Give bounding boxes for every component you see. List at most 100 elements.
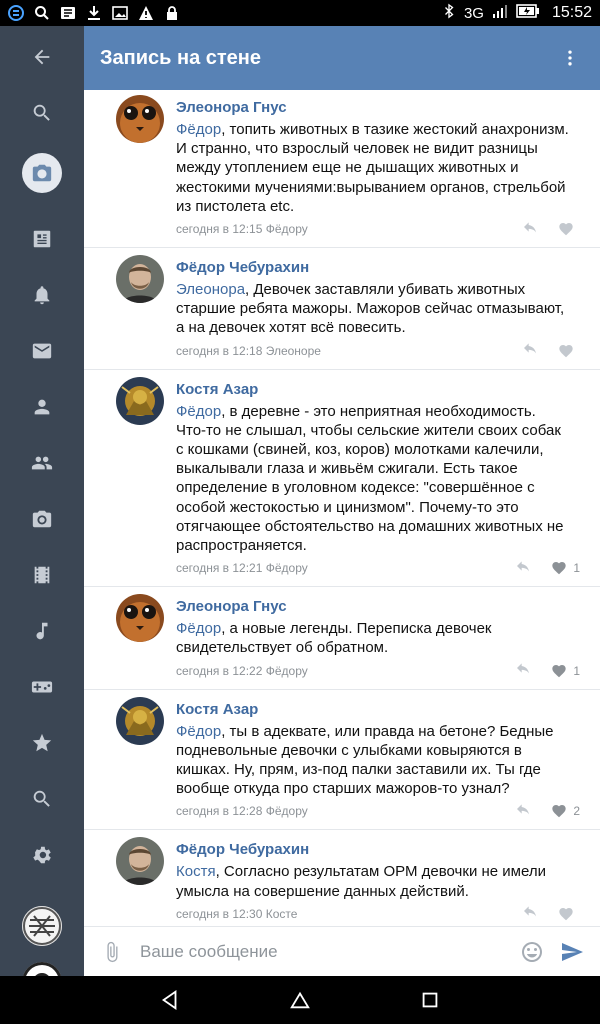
- download-icon: [86, 5, 102, 21]
- recents-nav-icon[interactable]: [415, 985, 445, 1015]
- photo-icon[interactable]: [22, 499, 62, 539]
- comment-author[interactable]: Костя Азар: [176, 378, 584, 400]
- reply-icon[interactable]: [515, 558, 531, 579]
- comment-text: Костя, Согласно результатам ОРМ девочки …: [176, 862, 584, 900]
- like-count: 2: [573, 804, 580, 819]
- page-title: Запись на стене: [100, 46, 262, 69]
- comment-text: Фёдор, в деревне - это неприятная необхо…: [176, 402, 584, 556]
- reply-to-link[interactable]: Фёдор: [176, 403, 221, 420]
- comment-item: Костя Азар Фёдор, в деревне - это неприя…: [84, 370, 600, 588]
- comment-time: сегодня в 12:21 Фёдору: [176, 561, 308, 576]
- like-count: 1: [573, 663, 580, 678]
- heart-icon: [559, 344, 573, 357]
- avatar[interactable]: [116, 255, 164, 304]
- back-arrow-icon[interactable]: [22, 37, 62, 77]
- reply-to-link[interactable]: Костя: [176, 863, 216, 880]
- search-icon[interactable]: [22, 779, 62, 819]
- comment-time: сегодня в 12:18 Элеоноре: [176, 343, 321, 358]
- heart-icon: [559, 907, 573, 921]
- comment-item: Фёдор Чебурахин Костя, Согласно результа…: [84, 830, 600, 926]
- reply-to-link[interactable]: Фёдор: [176, 723, 221, 740]
- reply-icon[interactable]: [515, 660, 531, 681]
- more-vertical-icon[interactable]: [550, 38, 590, 78]
- reply-to-link[interactable]: Фёдор: [176, 121, 221, 138]
- avatar[interactable]: [116, 594, 164, 643]
- comment-author[interactable]: Элеонора Гнус: [176, 595, 584, 617]
- system-nav-bar: [0, 976, 600, 1024]
- comment-time: сегодня в 12:22 Фёдору: [176, 663, 308, 678]
- reply-icon[interactable]: [522, 903, 538, 924]
- heart-icon: [552, 664, 566, 677]
- person-icon[interactable]: [22, 387, 62, 427]
- like-button[interactable]: [558, 343, 580, 359]
- network-label: 3G: [463, 4, 484, 22]
- like-button[interactable]: 1: [551, 663, 580, 679]
- camera-icon[interactable]: [22, 153, 62, 193]
- like-count: 1: [573, 561, 580, 576]
- comment-text: Фёдор, а новые легенды. Переписка девоче…: [176, 619, 584, 657]
- news-icon: [60, 5, 76, 21]
- video-icon[interactable]: [22, 555, 62, 595]
- attach-icon[interactable]: [92, 932, 132, 972]
- comment-body: , а новые легенды. Переписка девочек сви…: [176, 620, 492, 657]
- avatar[interactable]: [116, 837, 164, 886]
- news-icon[interactable]: [22, 219, 62, 259]
- message-input[interactable]: [132, 941, 512, 962]
- comment-body: , топить животных в тазике жестокий анах…: [176, 121, 569, 215]
- avatar[interactable]: [116, 95, 164, 143]
- heart-icon: [552, 805, 566, 818]
- comment-item: Фёдор Чебурахин Элеонора, Девочек застав…: [84, 248, 600, 370]
- comment-text: Фёдор, топить животных в тазике жестокий…: [176, 120, 584, 216]
- like-button[interactable]: [558, 221, 580, 237]
- bell-icon[interactable]: [22, 275, 62, 315]
- send-icon[interactable]: [552, 932, 592, 972]
- back-nav-icon[interactable]: [155, 985, 185, 1015]
- comment-text: Элеонора, Девочек заставляли убивать жив…: [176, 280, 584, 338]
- comment-item: Элеонора Гнус Фёдор, а новые легенды. Пе…: [84, 587, 600, 690]
- comment-time: сегодня в 12:28 Фёдору: [176, 804, 308, 819]
- battery-icon: [516, 4, 540, 22]
- reply-icon[interactable]: [522, 340, 538, 361]
- lock-icon: [164, 5, 180, 21]
- comment-time: сегодня в 12:15 Фёдору: [176, 222, 308, 237]
- comment-author[interactable]: Элеонора Гнус: [176, 96, 584, 118]
- comment-body: , ты в адеквате, или правда на бетоне? Б…: [176, 722, 554, 798]
- comments-list[interactable]: Элеонора Гнус Фёдор, топить животных в т…: [84, 90, 600, 926]
- reply-to-link[interactable]: Элеонора: [176, 281, 245, 298]
- game-icon[interactable]: [22, 667, 62, 707]
- comment-time: сегодня в 12:30 Косте: [176, 906, 298, 921]
- comment-author[interactable]: Костя Азар: [176, 698, 584, 720]
- comment-item: Костя Азар Фёдор, ты в адеквате, или пра…: [84, 690, 600, 831]
- heart-icon: [559, 223, 573, 236]
- status-bar: 3G 15:52: [0, 0, 600, 26]
- heart-icon: [552, 562, 566, 575]
- sidebar: [0, 26, 84, 1002]
- reply-icon[interactable]: [522, 219, 538, 240]
- reply-icon[interactable]: [515, 801, 531, 822]
- emoji-icon[interactable]: [512, 932, 552, 972]
- search-icon: [34, 5, 50, 21]
- comment-author[interactable]: Фёдор Чебурахин: [176, 256, 584, 278]
- signal-icon: [492, 3, 508, 23]
- comment-body: , Согласно результатам ОРМ девочки не им…: [176, 863, 546, 900]
- message-composer: [84, 926, 600, 976]
- group-icon[interactable]: [22, 443, 62, 483]
- gear-icon[interactable]: [22, 835, 62, 875]
- avatar[interactable]: [116, 696, 164, 745]
- comment-body: , в деревне - это неприятная необходимос…: [176, 402, 564, 555]
- comment-author[interactable]: Фёдор Чебурахин: [176, 838, 584, 860]
- home-nav-icon[interactable]: [285, 985, 315, 1015]
- music-icon[interactable]: [22, 611, 62, 651]
- app-icon: [8, 5, 24, 21]
- search-icon[interactable]: [22, 93, 62, 133]
- like-button[interactable]: [558, 906, 580, 922]
- like-button[interactable]: 1: [551, 560, 580, 576]
- clock: 15:52: [551, 4, 592, 21]
- mail-icon[interactable]: [22, 331, 62, 371]
- like-button[interactable]: 2: [551, 803, 580, 819]
- star-icon[interactable]: [22, 723, 62, 763]
- comment-text: Фёдор, ты в адеквате, или правда на бето…: [176, 722, 584, 799]
- reply-to-link[interactable]: Фёдор: [176, 620, 221, 637]
- avatar[interactable]: [116, 376, 164, 425]
- avatar[interactable]: [22, 906, 62, 946]
